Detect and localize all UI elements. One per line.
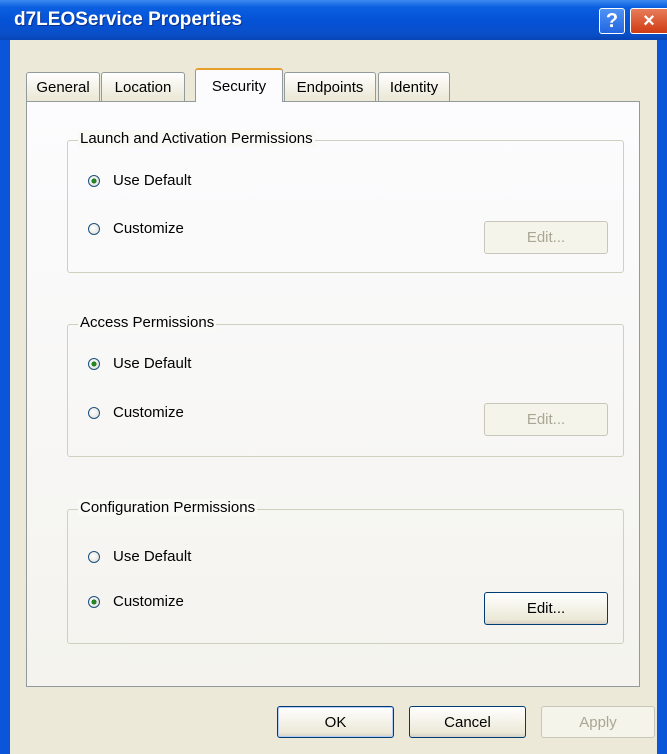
access-use-default-radio[interactable]: Use Default	[88, 355, 191, 372]
ok-button-label: OK	[324, 713, 347, 731]
tab-security[interactable]: Security	[195, 68, 283, 102]
launch-customize-radio[interactable]: Customize	[88, 220, 184, 237]
edit-button-label: Edit...	[526, 229, 566, 246]
tab-identity[interactable]: Identity	[378, 72, 450, 101]
cancel-button[interactable]: Cancel	[409, 706, 526, 738]
tab-general[interactable]: General	[26, 72, 100, 101]
access-edit-button[interactable]: Edit...	[484, 403, 608, 436]
tab-endpoints-label: Endpoints	[296, 78, 364, 96]
title-bar[interactable]: d7LEOService Properties ? ×	[0, 0, 667, 40]
apply-button[interactable]: Apply	[541, 706, 655, 738]
help-icon: ?	[605, 9, 619, 32]
radio-label: Customize	[113, 404, 184, 421]
tab-endpoints[interactable]: Endpoints	[284, 72, 376, 101]
tab-security-label: Security	[211, 77, 267, 95]
tab-location[interactable]: Location	[101, 72, 185, 101]
access-customize-radio[interactable]: Customize	[88, 404, 184, 421]
radio-icon	[88, 222, 100, 235]
launch-edit-button[interactable]: Edit...	[484, 221, 608, 254]
edit-button-label: Edit...	[526, 600, 566, 617]
edit-button-label: Edit...	[526, 411, 566, 428]
radio-icon	[88, 406, 100, 419]
radio-icon	[88, 550, 100, 563]
radio-label: Use Default	[113, 548, 192, 565]
window-title: d7LEOService Properties	[14, 9, 243, 30]
close-button[interactable]: ×	[630, 8, 667, 34]
tab-general-label: General	[36, 78, 90, 96]
group-title: Launch and Activation Permissions	[78, 130, 315, 147]
cancel-button-label: Cancel	[444, 713, 491, 731]
radio-label: Customize	[113, 220, 184, 237]
configuration-edit-button[interactable]: Edit...	[484, 592, 608, 625]
security-tab-panel: Launch and Activation Permissions Use De…	[26, 101, 640, 687]
radio-icon	[88, 174, 100, 187]
radio-label: Use Default	[113, 172, 192, 189]
configuration-use-default-radio[interactable]: Use Default	[88, 548, 191, 565]
group-title: Configuration Permissions	[78, 499, 258, 516]
configuration-customize-radio[interactable]: Customize	[88, 593, 184, 610]
access-permissions-group: Access Permissions Use Default Customize…	[67, 314, 624, 457]
configuration-permissions-group: Configuration Permissions Use Default Cu…	[67, 499, 624, 644]
launch-activation-group: Launch and Activation Permissions Use De…	[67, 130, 624, 273]
help-button[interactable]: ?	[599, 8, 625, 34]
radio-icon	[88, 595, 100, 608]
radio-icon	[88, 357, 100, 370]
radio-label: Customize	[113, 593, 184, 610]
properties-dialog: d7LEOService Properties ? × General Loca…	[0, 0, 667, 754]
apply-button-label: Apply	[579, 713, 617, 731]
tab-location-label: Location	[114, 78, 172, 96]
radio-label: Use Default	[113, 355, 192, 372]
tab-identity-label: Identity	[389, 78, 439, 96]
launch-use-default-radio[interactable]: Use Default	[88, 172, 191, 189]
group-title: Access Permissions	[78, 314, 217, 331]
ok-button[interactable]: OK	[277, 706, 394, 738]
close-icon: ×	[643, 9, 655, 32]
